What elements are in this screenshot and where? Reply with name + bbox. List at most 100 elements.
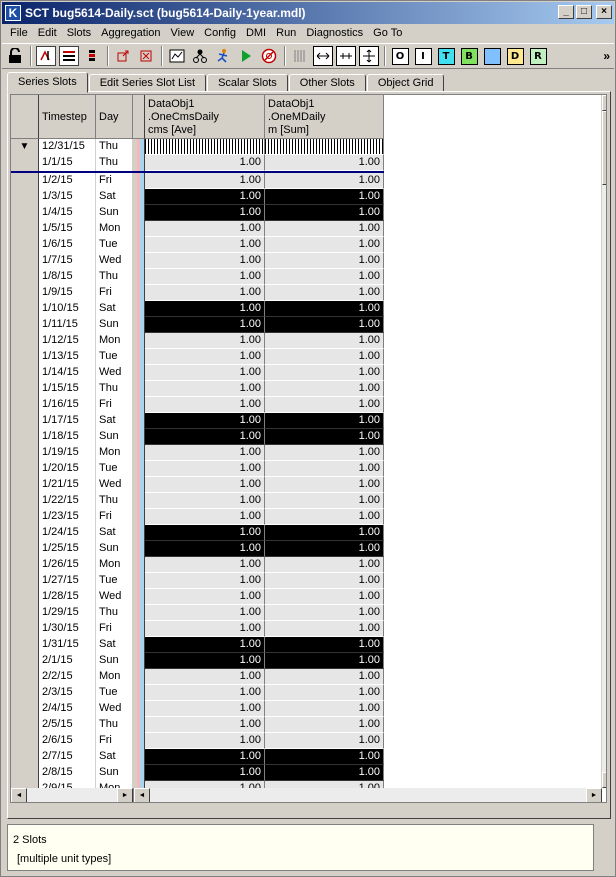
table-row[interactable]: 1/16/15 Fri 1.00 1.00: [11, 397, 384, 413]
pane-splitter[interactable]: [133, 95, 145, 139]
menu-run[interactable]: Run: [271, 25, 301, 42]
table-row[interactable]: 1/10/15 Sat 1.00 1.00: [11, 301, 384, 317]
table-row[interactable]: 1/24/15 Sat 1.00 1.00: [11, 525, 384, 541]
value-cell-onemdaily[interactable]: 1.00: [265, 589, 384, 605]
sort-ascending-icon[interactable]: [36, 46, 56, 66]
row-header[interactable]: [11, 589, 39, 605]
value-cell-onecmsdaily[interactable]: 1.00: [145, 301, 265, 317]
maximize-button[interactable]: □: [576, 5, 592, 19]
value-cell-onecmsdaily[interactable]: [145, 139, 265, 155]
value-cell-onemdaily[interactable]: 1.00: [265, 525, 384, 541]
value-cell-onecmsdaily[interactable]: 1.00: [145, 637, 265, 653]
row-header[interactable]: [11, 717, 39, 733]
value-cell-onecmsdaily[interactable]: 1.00: [145, 269, 265, 285]
menu-file[interactable]: File: [5, 25, 33, 42]
close-slot-icon[interactable]: [136, 46, 156, 66]
menu-edit[interactable]: Edit: [33, 25, 62, 42]
tab-object-grid[interactable]: Object Grid: [366, 74, 445, 92]
blank-filter-button[interactable]: [482, 46, 502, 66]
value-cell-onemdaily[interactable]: 1.00: [265, 685, 384, 701]
value-cell-onecmsdaily[interactable]: 1.00: [145, 717, 265, 733]
columns-icon[interactable]: [290, 46, 310, 66]
row-header[interactable]: [11, 653, 39, 669]
value-cell-onemdaily[interactable]: 1.00: [265, 381, 384, 397]
value-cell-onecmsdaily[interactable]: 1.00: [145, 669, 265, 685]
row-header[interactable]: [11, 637, 39, 653]
row-header[interactable]: [11, 189, 39, 205]
value-cell-onemdaily[interactable]: 1.00: [265, 557, 384, 573]
value-cell-onecmsdaily[interactable]: 1.00: [145, 413, 265, 429]
table-row[interactable]: 2/1/15 Sun 1.00 1.00: [11, 653, 384, 669]
row-header[interactable]: [11, 413, 39, 429]
value-cell-onecmsdaily[interactable]: 1.00: [145, 333, 265, 349]
slot-header-onemdaily[interactable]: DataObj1 .OneMDaily m [Sum]: [265, 95, 384, 139]
table-row[interactable]: 1/19/15 Mon 1.00 1.00: [11, 445, 384, 461]
table-row[interactable]: 1/12/15 Mon 1.00 1.00: [11, 333, 384, 349]
value-cell-onecmsdaily[interactable]: 1.00: [145, 557, 265, 573]
value-cell-onemdaily[interactable]: 1.00: [265, 173, 384, 189]
scroll-right-icon[interactable]: ►: [117, 788, 133, 802]
value-cell-onecmsdaily[interactable]: 1.00: [145, 317, 265, 333]
input-filter-button[interactable]: I: [413, 46, 433, 66]
target-filter-button[interactable]: T: [436, 46, 456, 66]
value-cell-onecmsdaily[interactable]: 1.00: [145, 653, 265, 669]
table-row[interactable]: 2/5/15 Thu 1.00 1.00: [11, 717, 384, 733]
scroll-right-icon[interactable]: ►: [586, 788, 602, 802]
value-cell-onecmsdaily[interactable]: 1.00: [145, 155, 265, 171]
value-cell-onecmsdaily[interactable]: 1.00: [145, 733, 265, 749]
lock-icon[interactable]: [5, 46, 25, 66]
value-cell-onemdaily[interactable]: 1.00: [265, 717, 384, 733]
row-header[interactable]: [11, 221, 39, 237]
row-header[interactable]: [11, 397, 39, 413]
row-header[interactable]: ▼: [11, 139, 39, 155]
table-row[interactable]: 2/4/15 Wed 1.00 1.00: [11, 701, 384, 717]
table-row[interactable]: 1/22/15 Thu 1.00 1.00: [11, 493, 384, 509]
value-cell-onemdaily[interactable]: 1.00: [265, 477, 384, 493]
table-row[interactable]: 1/17/15 Sat 1.00 1.00: [11, 413, 384, 429]
fit-width-icon[interactable]: [313, 46, 333, 66]
value-cell-onecmsdaily[interactable]: 1.00: [145, 237, 265, 253]
value-cell-onemdaily[interactable]: 1.00: [265, 653, 384, 669]
scroll-up-icon[interactable]: ▲: [602, 95, 606, 111]
menu-aggregation[interactable]: Aggregation: [96, 25, 165, 42]
value-cell-onemdaily[interactable]: [265, 139, 384, 155]
row-header[interactable]: [11, 155, 39, 171]
row-header[interactable]: [11, 173, 39, 189]
row-header[interactable]: [11, 733, 39, 749]
table-row[interactable]: 2/7/15 Sat 1.00 1.00: [11, 749, 384, 765]
value-cell-onecmsdaily[interactable]: 1.00: [145, 477, 265, 493]
output-filter-button[interactable]: O: [390, 46, 410, 66]
stop-icon[interactable]: [259, 46, 279, 66]
value-cell-onecmsdaily[interactable]: 1.00: [145, 397, 265, 413]
scroll-left-icon[interactable]: ◄: [11, 788, 27, 802]
menu-go-to[interactable]: Go To: [368, 25, 407, 42]
row-header[interactable]: [11, 349, 39, 365]
scroll-down-icon[interactable]: ▼: [602, 772, 606, 788]
value-cell-onemdaily[interactable]: 1.00: [265, 285, 384, 301]
row-header[interactable]: [11, 285, 39, 301]
table-row[interactable]: 1/20/15 Tue 1.00 1.00: [11, 461, 384, 477]
value-cell-onemdaily[interactable]: 1.00: [265, 301, 384, 317]
table-row[interactable]: 1/30/15 Fri 1.00 1.00: [11, 621, 384, 637]
value-cell-onemdaily[interactable]: 1.00: [265, 333, 384, 349]
plot-icon[interactable]: [167, 46, 187, 66]
value-cell-onemdaily[interactable]: 1.00: [265, 701, 384, 717]
list-icon[interactable]: [82, 46, 102, 66]
day-header[interactable]: Day: [96, 95, 133, 139]
table-row[interactable]: 1/6/15 Tue 1.00 1.00: [11, 237, 384, 253]
open-slot-icon[interactable]: [113, 46, 133, 66]
row-header[interactable]: [11, 381, 39, 397]
schema-icon[interactable]: [190, 46, 210, 66]
table-row[interactable]: 1/4/15 Sun 1.00 1.00: [11, 205, 384, 221]
table-row[interactable]: 2/2/15 Mon 1.00 1.00: [11, 669, 384, 685]
value-cell-onemdaily[interactable]: 1.00: [265, 429, 384, 445]
value-cell-onecmsdaily[interactable]: 1.00: [145, 461, 265, 477]
table-row[interactable]: 1/18/15 Sun 1.00 1.00: [11, 429, 384, 445]
value-cell-onecmsdaily[interactable]: 1.00: [145, 349, 265, 365]
table-row[interactable]: 2/6/15 Fri 1.00 1.00: [11, 733, 384, 749]
table-row[interactable]: 1/27/15 Tue 1.00 1.00: [11, 573, 384, 589]
tab-edit-series-slot-list[interactable]: Edit Series Slot List: [88, 74, 207, 92]
table-row[interactable]: 1/29/15 Thu 1.00 1.00: [11, 605, 384, 621]
title-bar[interactable]: K SCT bug5614-Daily.sct (bug5614-Daily-1…: [2, 2, 614, 24]
row-header[interactable]: [11, 509, 39, 525]
